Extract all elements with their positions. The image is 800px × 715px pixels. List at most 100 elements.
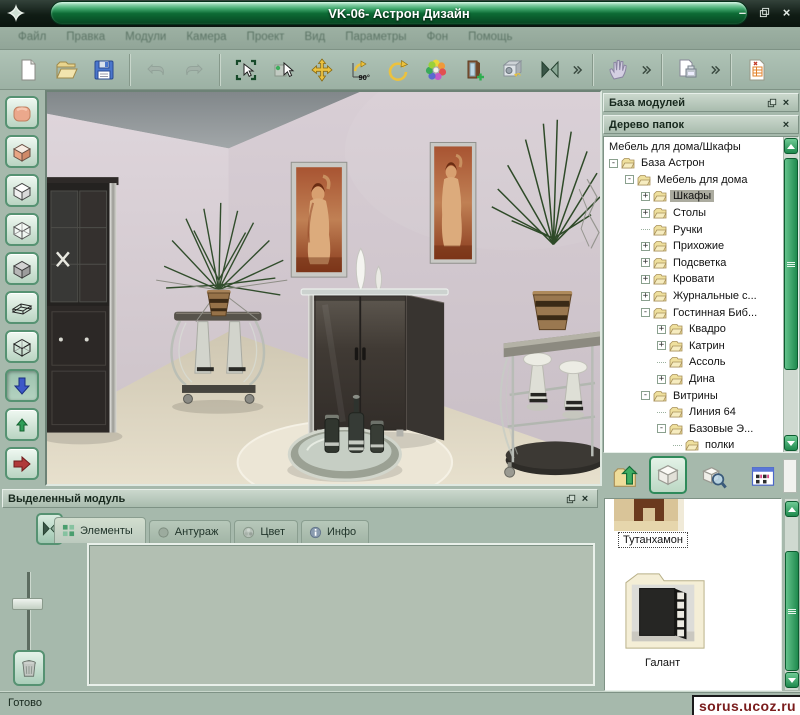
tree-item[interactable]: +Столы xyxy=(605,205,782,222)
gray-cube-button[interactable] xyxy=(5,252,39,285)
zoom-slider-thumb[interactable] xyxy=(12,598,43,610)
thumb-scroll-thumb[interactable] xyxy=(785,551,799,671)
export-excel-button[interactable] xyxy=(741,54,773,86)
pan-hand-button[interactable] xyxy=(603,54,635,86)
tree-item[interactable]: Линия 64 xyxy=(605,404,782,421)
tree-scrollbar[interactable] xyxy=(783,137,798,452)
tree-item[interactable]: +Прихожие xyxy=(605,238,782,255)
door-add-button[interactable] xyxy=(458,54,490,86)
tree-item[interactable]: -Гостинная Биб... xyxy=(605,304,782,321)
tree-expander-icon[interactable]: + xyxy=(641,292,650,301)
more-chevron-button[interactable] xyxy=(639,54,654,86)
menu-item[interactable]: Фон xyxy=(417,27,459,43)
tab-color-wheel[interactable]: Цвет xyxy=(234,520,298,543)
soft-cube-button[interactable] xyxy=(5,96,39,129)
menu-item[interactable]: Помощь xyxy=(458,27,522,43)
menu-item[interactable]: Параметры xyxy=(335,27,416,43)
module-search-button[interactable] xyxy=(695,458,733,496)
delete-module-button[interactable] xyxy=(13,650,45,686)
module-elements-area[interactable] xyxy=(87,543,595,686)
tree-item[interactable]: -Мебель для дома xyxy=(605,172,782,189)
tab-info-circle[interactable]: Инфо xyxy=(301,520,369,543)
tree-expander-icon[interactable]: + xyxy=(641,192,650,201)
tree-scroll-thumb[interactable] xyxy=(784,158,798,370)
tree-expander-icon[interactable]: + xyxy=(657,375,666,384)
tree-item[interactable]: +Квадро xyxy=(605,321,782,338)
tree-item[interactable]: полки xyxy=(605,437,782,451)
save-button[interactable] xyxy=(88,54,120,86)
wireframe-cube-button[interactable] xyxy=(5,330,39,363)
tab-grid-green[interactable]: Элементы xyxy=(54,517,146,543)
select-frame-button[interactable] xyxy=(230,54,262,86)
tree-item[interactable]: +Шкафы xyxy=(605,188,782,205)
tree-expander-icon[interactable]: + xyxy=(641,258,650,267)
tree-scroll-up-icon[interactable] xyxy=(784,138,798,154)
arrow-down-button[interactable] xyxy=(5,369,39,402)
tree-item[interactable]: -Витрины xyxy=(605,387,782,404)
close-tree-icon[interactable]: × xyxy=(779,118,793,132)
menu-item[interactable]: Проект xyxy=(237,27,295,43)
tree-item[interactable]: Ассоль xyxy=(605,354,782,371)
tree-expander-icon[interactable]: - xyxy=(641,391,650,400)
flat-wireframe-button[interactable] xyxy=(5,291,39,324)
tree-expander-icon[interactable]: + xyxy=(657,341,666,350)
tree-expander-icon[interactable]: + xyxy=(657,325,666,334)
white-cube-button[interactable] xyxy=(5,174,39,207)
tree-scroll-down-icon[interactable] xyxy=(784,435,798,451)
glass-cube-button[interactable] xyxy=(5,213,39,246)
materials-button[interactable] xyxy=(420,54,452,86)
thumb-scroll-down-icon[interactable] xyxy=(785,672,799,688)
module-view-button[interactable] xyxy=(649,456,687,494)
menu-item[interactable]: Модули xyxy=(115,27,176,43)
tree-expander-icon[interactable]: - xyxy=(657,424,666,433)
minimize-button[interactable]: – xyxy=(735,5,750,20)
tree-expander-icon[interactable]: + xyxy=(641,242,650,251)
tree-item[interactable]: +Журнальные с... xyxy=(605,288,782,305)
appliance-button[interactable] xyxy=(496,54,528,86)
redo-button[interactable] xyxy=(178,54,210,86)
close-panel-icon[interactable]: × xyxy=(578,492,592,506)
zoom-slider-track[interactable] xyxy=(27,572,30,660)
close-button[interactable]: × xyxy=(779,5,794,20)
menu-item[interactable]: Правка xyxy=(56,27,115,43)
solid-cube-button[interactable] xyxy=(5,135,39,168)
rotate-90-button[interactable]: 90° xyxy=(344,54,376,86)
tree-item[interactable]: +Катрин xyxy=(605,338,782,355)
more-chevron-button[interactable] xyxy=(570,54,585,86)
mirror-flip-button[interactable] xyxy=(534,54,566,86)
tree-expander-icon[interactable]: - xyxy=(641,308,650,317)
tree-item[interactable]: +Дина xyxy=(605,371,782,388)
thumb-scroll-up-icon[interactable] xyxy=(785,501,799,517)
float-panel-icon[interactable] xyxy=(564,492,578,506)
document-print-button[interactable] xyxy=(672,54,704,86)
move-button[interactable] xyxy=(306,54,338,86)
open-folder-button[interactable] xyxy=(50,54,82,86)
float-panel-icon[interactable] xyxy=(765,96,779,110)
more-chevron-button[interactable] xyxy=(708,54,723,86)
tab-circle-gray[interactable]: Антураж xyxy=(149,520,232,543)
viewport-3d[interactable] xyxy=(45,90,602,486)
undo-button[interactable] xyxy=(140,54,172,86)
tutankhamon-preview[interactable] xyxy=(614,499,684,531)
new-document-button[interactable] xyxy=(12,54,44,86)
folder-up-button[interactable] xyxy=(607,458,645,496)
list-view-button[interactable] xyxy=(747,461,779,493)
galant-preview[interactable] xyxy=(619,569,711,653)
tree-item[interactable]: -База Астрон xyxy=(605,155,782,172)
tree-item[interactable]: +Кровати xyxy=(605,271,782,288)
select-pointer-button[interactable] xyxy=(268,54,300,86)
viewport-3d-scene[interactable] xyxy=(47,92,600,484)
menu-item[interactable]: Вид xyxy=(294,27,335,43)
tree-item[interactable]: +Подсветка xyxy=(605,255,782,272)
menu-item[interactable]: Камера xyxy=(176,27,236,43)
restore-button[interactable] xyxy=(757,5,772,20)
tree-item[interactable]: -Базовые Э... xyxy=(605,421,782,438)
menu-item[interactable]: Файл xyxy=(8,27,56,43)
tree-expander-icon[interactable]: - xyxy=(609,159,618,168)
tree-item[interactable]: Ручки xyxy=(605,221,782,238)
thumbnail-scrollbar[interactable] xyxy=(784,498,799,691)
arrow-up-button[interactable] xyxy=(5,408,39,441)
tree-expander-icon[interactable]: + xyxy=(641,209,650,218)
arrow-right-button[interactable] xyxy=(5,447,39,480)
tree-expander-icon[interactable]: - xyxy=(625,175,634,184)
